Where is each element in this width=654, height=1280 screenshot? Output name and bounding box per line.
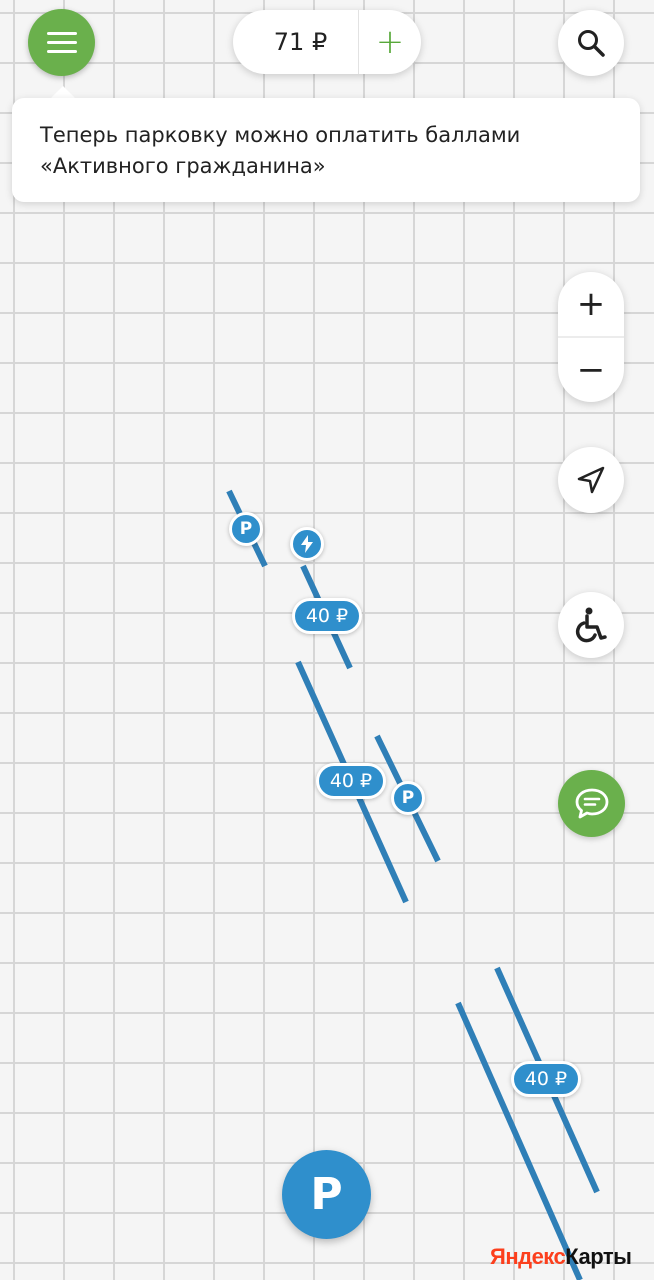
price-label: 40 ₽ <box>305 605 349 627</box>
plus-icon: + <box>576 284 606 324</box>
zoom-controls: + − <box>558 272 624 402</box>
notification-banner[interactable]: Теперь парковку можно оплатить баллами «… <box>12 98 640 202</box>
parking-button[interactable]: P <box>282 1150 371 1239</box>
parking-price-tag[interactable]: 40 ₽ <box>316 763 386 799</box>
parking-price-tag[interactable]: 40 ₽ <box>511 1061 581 1097</box>
parking-marker[interactable]: P <box>391 781 425 815</box>
parking-marker-label: P <box>401 788 415 808</box>
menu-icon <box>46 32 77 35</box>
logo-part-yandex: Яндекс <box>490 1244 566 1269</box>
search-button[interactable] <box>558 10 624 76</box>
yandex-maps-logo: ЯндексКарты <box>490 1244 632 1270</box>
lightning-icon <box>301 535 313 553</box>
parking-marker[interactable]: P <box>229 512 263 546</box>
logo-part-maps: Карты <box>565 1244 632 1269</box>
add-funds-button[interactable]: + <box>359 10 421 74</box>
minus-icon: − <box>576 350 606 390</box>
search-icon <box>578 30 605 57</box>
wheelchair-icon <box>575 607 607 643</box>
zoom-out-button[interactable]: − <box>558 338 624 402</box>
plus-icon: + <box>375 22 405 62</box>
navigation-arrow-icon <box>577 466 605 494</box>
balance-amount: 71 ₽ <box>273 28 328 56</box>
price-label: 40 ₽ <box>329 770 373 792</box>
price-label: 40 ₽ <box>524 1068 568 1090</box>
chat-button[interactable] <box>558 770 625 837</box>
my-location-button[interactable] <box>558 447 624 513</box>
chat-icon <box>575 788 608 818</box>
notification-text: Теперь парковку можно оплатить баллами «… <box>40 123 521 178</box>
parking-marker-label: P <box>239 519 253 539</box>
balance-widget[interactable]: 71 ₽ + <box>233 10 421 74</box>
parking-button-label: P <box>310 1169 343 1220</box>
parking-zone-line <box>455 1001 583 1280</box>
charging-station-marker[interactable] <box>290 527 324 561</box>
accessible-parking-button[interactable] <box>558 592 624 658</box>
zoom-in-button[interactable]: + <box>558 272 624 336</box>
menu-button[interactable] <box>28 9 95 76</box>
parking-price-tag[interactable]: 40 ₽ <box>292 598 362 634</box>
